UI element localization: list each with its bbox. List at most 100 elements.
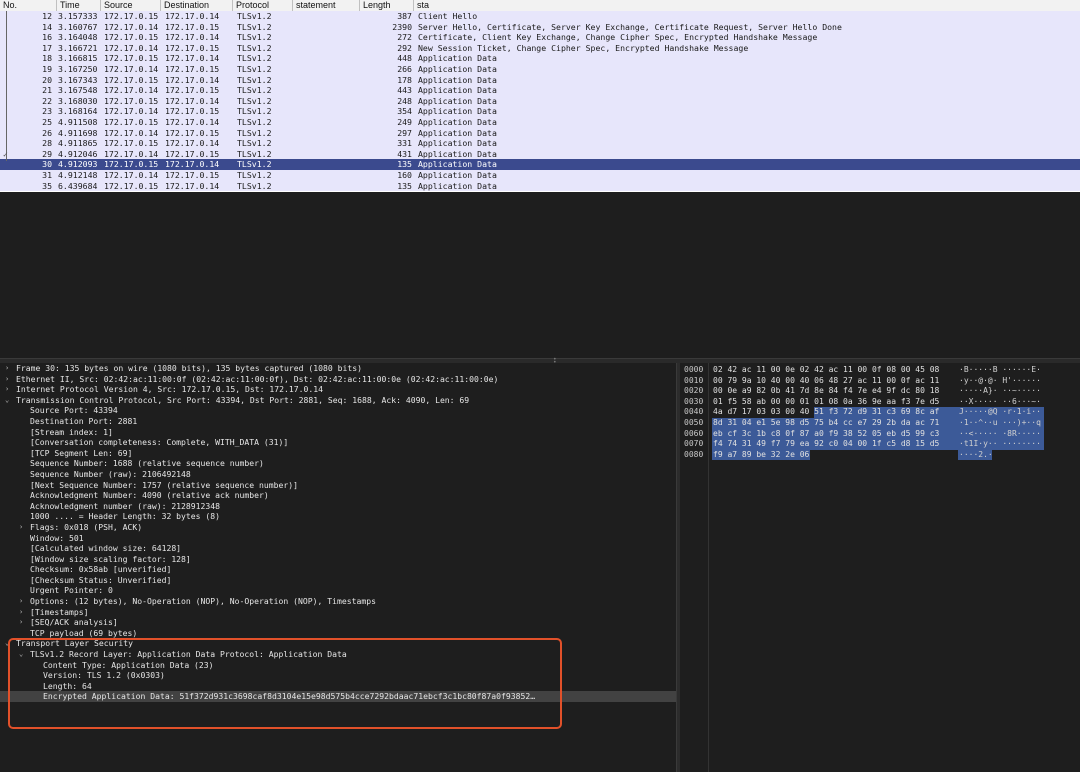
detail-tree-label: Sequence Number (raw): 2106492148 — [30, 468, 191, 479]
packet-info: Application Data — [418, 159, 497, 170]
detail-tree-item[interactable]: TCP payload (69 bytes) — [0, 628, 676, 639]
detail-tree-item[interactable]: 1000 .... = Header Length: 32 bytes (8) — [0, 511, 676, 522]
collapsed-arrow-icon[interactable]: › — [5, 374, 13, 385]
collapsed-arrow-icon[interactable]: › — [19, 596, 27, 607]
collapsed-arrow-icon[interactable]: › — [19, 607, 27, 618]
detail-tree-item[interactable]: [Checksum Status: Unverified] — [0, 575, 676, 586]
detail-tree-item[interactable]: › Flags: 0x018 (PSH, ACK) — [0, 522, 676, 533]
hex-row[interactable]: 0080 f9 a7 89 be 32 2e 06 ····2.· — [680, 449, 1080, 461]
packet-number: 25 — [42, 116, 52, 127]
hex-row[interactable]: 0050 8d 31 04 e1 5e 98 d5 75 b4 cc e7 29 … — [680, 418, 1080, 429]
detail-tree-item[interactable]: Sequence Number (raw): 2106492148 — [0, 469, 676, 480]
hex-row[interactable]: 0000 02 42 ac 11 00 0e 02 42 ac 11 00 0f … — [680, 365, 1080, 376]
packet-row[interactable]: 28 4.911865 172.17.0.15 172.17.0.14 TLSv1.2 3… — [0, 138, 1080, 149]
packet-row[interactable]: 35 6.439684 172.17.0.15 172.17.0.14 TLSv1.2 1… — [0, 180, 1080, 192]
column-header-time[interactable]: Time — [57, 0, 101, 11]
detail-tree-item[interactable]: Window: 501 — [0, 533, 676, 544]
detail-tree-item[interactable]: › Internet Protocol Version 4, Src: 172.1… — [0, 384, 676, 395]
detail-tree-item[interactable]: Urgent Pointer: 0 — [0, 585, 676, 596]
packet-source: 172.17.0.14 — [104, 106, 159, 117]
packet-row[interactable]: 29 4.912046 172.17.0.14 172.17.0.15 TLSv1.2 4… — [0, 148, 1080, 160]
detail-tree-item[interactable]: [Window size scaling factor: 128] — [0, 554, 676, 565]
column-header-destination[interactable]: Destination — [161, 0, 233, 11]
packet-row[interactable]: 26 4.911698 172.17.0.14 172.17.0.15 TLSv1.2 2… — [0, 127, 1080, 139]
column-header-protocol[interactable]: Protocol — [233, 0, 293, 11]
collapsed-arrow-icon[interactable]: › — [19, 522, 27, 533]
detail-tree-item[interactable]: [Calculated window size: 64128] — [0, 543, 676, 554]
packet-row[interactable]: 23 3.168164 172.17.0.14 172.17.0.15 TLSv1.2 3… — [0, 106, 1080, 117]
packet-info: Application Data — [418, 63, 497, 74]
detail-tree-label: Sequence Number: 1688 (relative sequence… — [30, 458, 264, 469]
packet-destination: 172.17.0.15 — [165, 21, 220, 32]
packet-row[interactable]: 30 4.912093 172.17.0.15 172.17.0.14 TLSv1.2 1… — [0, 159, 1080, 170]
hex-row[interactable]: 0060 eb cf 3c 1b c8 0f 87 a0 f9 38 52 05 … — [680, 428, 1080, 440]
packet-destination: 172.17.0.14 — [165, 53, 220, 64]
hex-ascii: ·B·····B ······E· — [959, 365, 1041, 374]
detail-tree-item[interactable]: Acknowledgment number (raw): 2128912348 — [0, 501, 676, 512]
packet-destination: 172.17.0.14 — [165, 32, 220, 43]
packet-destination: 172.17.0.14 — [165, 11, 220, 21]
packet-info: Application Data — [418, 180, 497, 191]
packet-list-pane[interactable]: No. Time Source Destination Protocol sta… — [0, 0, 1080, 192]
packet-destination: 172.17.0.14 — [165, 116, 220, 127]
packet-bytes-pane[interactable]: 0000 02 42 ac 11 00 0e 02 42 ac 11 00 0f … — [680, 363, 1080, 772]
packet-length: 292 — [397, 42, 412, 53]
packet-source: 172.17.0.14 — [104, 148, 159, 159]
packet-source: 172.17.0.14 — [104, 127, 159, 138]
packet-row[interactable]: 21 3.167548 172.17.0.14 172.17.0.15 TLSv1.2 4… — [0, 85, 1080, 96]
column-header-no[interactable]: No. — [0, 0, 57, 11]
collapsed-arrow-icon[interactable]: › — [19, 617, 27, 628]
hex-row[interactable]: 0040 4a d7 17 03 03 00 40 51 f3 72 d9 31 … — [680, 407, 1080, 418]
detail-tree-item[interactable]: [TCP Segment Len: 69] — [0, 448, 676, 459]
packet-row[interactable]: 16 3.164048 172.17.0.15 172.17.0.14 TLSv1.2 2… — [0, 32, 1080, 43]
column-header-statement[interactable]: statement — [293, 0, 360, 11]
detail-tree-item[interactable]: Checksum: 0x58ab [unverified] — [0, 564, 676, 575]
detail-tree-item[interactable]: › Frame 30: 135 bytes on wire (1080 bits)… — [0, 363, 676, 374]
hex-row[interactable]: 0030 01 f5 58 ab 00 00 01 01 08 0a 36 9e … — [680, 397, 1080, 408]
collapsed-arrow-icon[interactable]: › — [5, 384, 13, 395]
packet-row[interactable]: 17 3.166721 172.17.0.14 172.17.0.15 TLSv1.2 2… — [0, 42, 1080, 54]
detail-tree-item[interactable]: › Ethernet II, Src: 02:42:ac:11:00:0f (02… — [0, 374, 676, 385]
packet-row[interactable]: 25 4.911508 172.17.0.15 172.17.0.14 TLSv1.2 2… — [0, 116, 1080, 128]
collapsed-arrow-icon[interactable]: › — [5, 363, 13, 374]
packet-row[interactable]: 18 3.166815 172.17.0.15 172.17.0.14 TLSv1.2 4… — [0, 53, 1080, 64]
packet-row[interactable]: 14 3.160767 172.17.0.14 172.17.0.15 TLSv1.2 2… — [0, 21, 1080, 33]
hex-offset: 0040 — [684, 407, 704, 417]
empty-pane-area — [0, 192, 1080, 360]
packet-length: 272 — [397, 32, 412, 43]
detail-tree-item[interactable]: › Options: (12 bytes), No-Operation (NOP)… — [0, 596, 676, 607]
hex-row[interactable]: 0020 00 0e a9 82 0b 41 7d 8e 84 f4 7e e4 … — [680, 386, 1080, 397]
detail-tree-item[interactable]: [Next Sequence Number: 1757 (relative se… — [0, 480, 676, 491]
packet-info: Application Data — [418, 53, 497, 64]
packet-row[interactable]: 12 3.157333 172.17.0.15 172.17.0.14 TLSv1.2 3… — [0, 11, 1080, 22]
detail-tree-item[interactable]: › [Timestamps] — [0, 607, 676, 618]
detail-tree-label: Source Port: 43394 — [30, 405, 118, 416]
detail-tree-item[interactable]: › [SEQ/ACK analysis] — [0, 617, 676, 628]
detail-tree-item[interactable]: [Stream index: 1] — [0, 427, 676, 438]
packet-time: 3.168030 — [58, 95, 98, 106]
detail-tree-item[interactable]: Destination Port: 2881 — [0, 416, 676, 427]
column-header-length[interactable]: Length — [360, 0, 414, 11]
packet-row[interactable]: 19 3.167250 172.17.0.14 172.17.0.15 TLSv1.2 2… — [0, 63, 1080, 75]
packet-row[interactable]: 22 3.168030 172.17.0.15 172.17.0.14 TLSv1.2 2… — [0, 95, 1080, 107]
detail-tree-item[interactable]: Acknowledgment Number: 4090 (relative ac… — [0, 490, 676, 501]
column-header-source[interactable]: Source — [101, 0, 161, 11]
column-header-sta[interactable]: sta — [414, 0, 1080, 11]
hex-row[interactable]: 0070 f4 74 31 49 f7 79 ea 92 c0 04 00 1f … — [680, 439, 1080, 450]
packet-row[interactable]: 31 4.912148 172.17.0.14 172.17.0.15 TLSv1.2 1… — [0, 169, 1080, 181]
detail-tree-item[interactable]: Sequence Number: 1688 (relative sequence… — [0, 458, 676, 469]
packet-row[interactable]: 20 3.167343 172.17.0.15 172.17.0.14 TLSv1.2 1… — [0, 74, 1080, 86]
splitter-grip-icon[interactable]: • • • — [553, 357, 558, 369]
packet-time: 3.166815 — [58, 53, 98, 64]
packet-protocol: TLSv1.2 — [237, 116, 272, 127]
detail-tree-item[interactable]: Source Port: 43394 — [0, 405, 676, 416]
detail-tree-label: 1000 .... = Header Length: 32 bytes (8) — [30, 511, 221, 522]
detail-tree-item[interactable]: [Conversation completeness: Complete, WI… — [0, 437, 676, 448]
packet-destination: 172.17.0.15 — [165, 106, 220, 117]
packet-protocol: TLSv1.2 — [237, 21, 272, 32]
packet-destination: 172.17.0.14 — [165, 95, 220, 106]
hex-row[interactable]: 0010 00 79 9a 10 40 00 40 06 48 27 ac 11 … — [680, 376, 1080, 387]
detail-tree-item[interactable]: ⌄ Transmission Control Protocol, Src Port… — [0, 395, 676, 406]
expanded-arrow-icon[interactable]: ⌄ — [5, 395, 13, 406]
hex-bytes: 00 0e a9 82 0b 41 7d 8e 84 f4 7e e4 9f d… — [713, 386, 940, 396]
